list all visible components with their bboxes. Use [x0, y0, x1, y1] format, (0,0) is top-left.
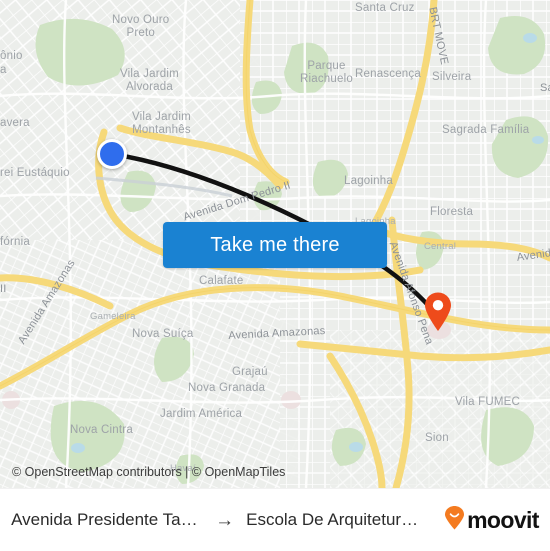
map-attribution: © OpenStreetMap contributors | © OpenMap… — [12, 465, 286, 479]
moovit-wordmark: moovit — [467, 506, 539, 533]
trip-destination-label: Escola De Arquitetur… — [246, 510, 419, 529]
arrow-right-icon: → — [215, 509, 235, 531]
take-me-there-button[interactable]: Take me there — [163, 222, 387, 268]
trip-endpoints: Avenida Presidente Tancre… → Escola De A… — [11, 510, 418, 530]
map-canvas[interactable]: Novo Ouro Preto Vila Jardim Alvorada Vila … — [0, 0, 550, 488]
trip-summary-bar: Avenida Presidente Tancre… → Escola De A… — [0, 488, 550, 551]
moovit-logo[interactable]: moovit — [444, 505, 539, 535]
moovit-pin-smile-icon — [444, 505, 465, 535]
origin-dot-marker[interactable] — [97, 139, 127, 169]
trip-origin-label: Avenida Presidente Tancre… — [11, 510, 204, 529]
destination-pin-marker[interactable] — [423, 292, 453, 332]
moovit-map-screen: Novo Ouro Preto Vila Jardim Alvorada Vila … — [0, 0, 550, 551]
